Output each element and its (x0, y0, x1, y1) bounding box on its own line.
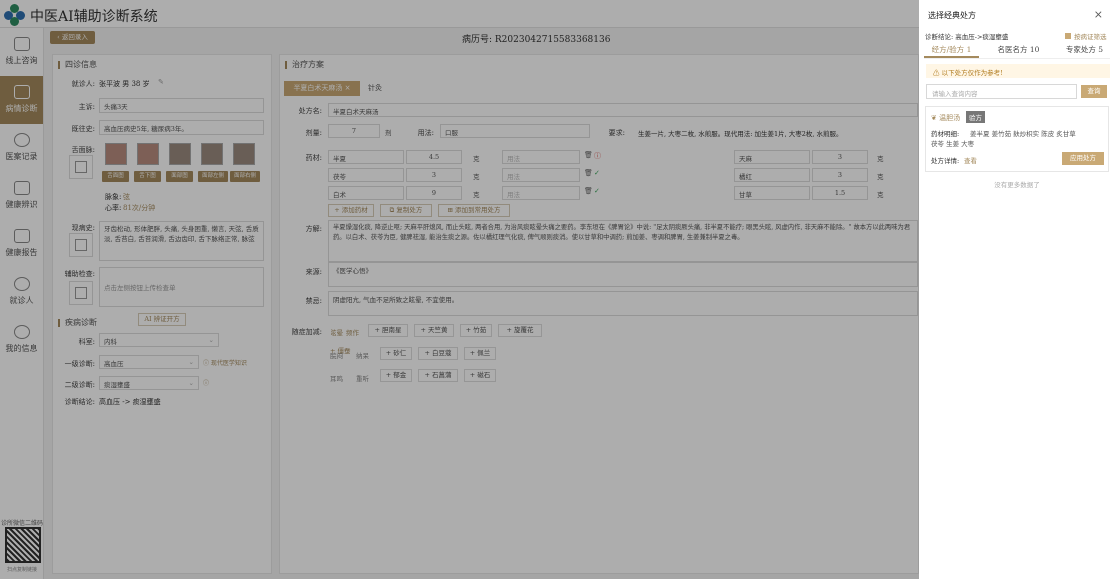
classic-prescription-drawer: 选择经典处方 × 诊断结论: 高血压->痰湿壅盛 按病证筛选 经方/验方 1 名… (919, 0, 1115, 579)
drawer-title: 选择经典处方 (928, 11, 976, 20)
drawer-conclusion: 诊断结论: 高血压->痰湿壅盛 (925, 33, 1009, 41)
herb-list: 姜半夏 姜竹茹 麸炒枳实 陈皮 炙甘草 (970, 130, 1076, 138)
tab-expert-prescriptions[interactable]: 专家处方 5 (1057, 44, 1112, 58)
leaf-icon: ❦ (931, 114, 937, 122)
close-icon[interactable]: × (1094, 8, 1103, 21)
reference-notice: ⚠ 以下处方仅作为参考! (926, 64, 1110, 78)
modal-overlay[interactable] (0, 0, 919, 579)
tab-famous-doctor[interactable]: 名医名方 10 (991, 44, 1046, 58)
prescription-name: ❦ 温胆汤 (931, 114, 961, 122)
prescription-badge: 验方 (966, 111, 985, 123)
prescription-card: ❦ 温胆汤 验方 药材明细: 姜半夏 姜竹茹 麸炒枳实 陈皮 炙甘草 茯苓 生姜… (925, 106, 1109, 172)
no-more-data: 没有更多数据了 (994, 181, 1040, 189)
checkbox-icon (1065, 33, 1071, 39)
search-button[interactable]: 查询 (1081, 85, 1107, 98)
herb-list: 茯苓 生姜 大枣 (931, 140, 975, 148)
tab-classic-prescriptions[interactable]: 经方/验方 1 (924, 44, 979, 58)
search-input[interactable]: 请输入查询内容 (926, 84, 1077, 99)
filter-by-syndrome-checkbox[interactable]: 按病证筛选 (1065, 31, 1107, 41)
apply-prescription-button[interactable]: 应用处方 (1062, 152, 1104, 165)
view-detail-link[interactable]: 查看 (964, 155, 977, 165)
warning-icon: ⚠ (933, 69, 940, 77)
